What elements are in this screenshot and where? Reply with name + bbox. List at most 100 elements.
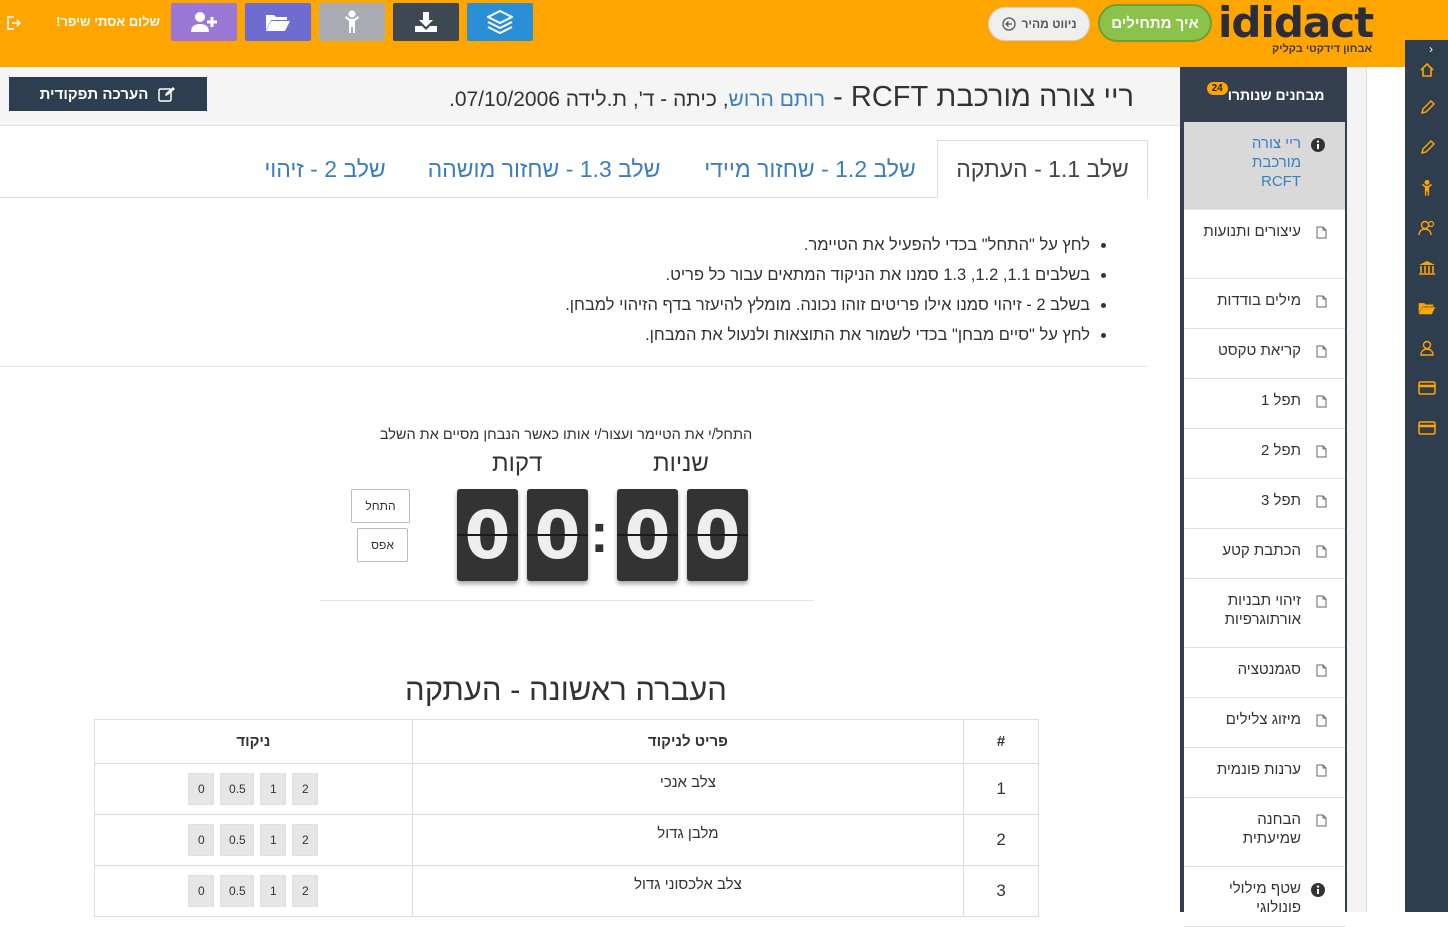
credit-card-icon[interactable] — [1417, 418, 1437, 438]
test-item[interactable]: ערנות פונמית — [1184, 748, 1345, 798]
timer-reset-button[interactable]: אפס — [357, 528, 408, 562]
score-options: 0 0.5 1 2 — [95, 875, 412, 907]
test-item-label: עיצורים ותנועות — [1203, 223, 1301, 240]
row-score: 0 0.5 1 2 — [94, 865, 413, 917]
ididact-logo[interactable]: ididact אבחון דידקטי בקליק — [1218, 0, 1374, 60]
layers-button[interactable] — [467, 3, 533, 41]
tab-delayed-recall[interactable]: שלב 1.3 - שחזור מושהה — [412, 140, 676, 198]
quick-nav-button[interactable]: ניווט מהיר — [988, 7, 1090, 41]
add-user-button[interactable] — [171, 3, 237, 41]
logout-icon[interactable] — [4, 14, 22, 32]
test-item[interactable]: ריי צורה מורכבת RCFT — [1184, 122, 1345, 210]
tab-copy[interactable]: שלב 1.1 - העתקה — [937, 140, 1148, 198]
row-score: 0 0.5 1 2 — [94, 814, 413, 866]
timer-start-button[interactable]: התחל — [351, 489, 410, 523]
bank-icon[interactable] — [1417, 258, 1437, 278]
users-icon[interactable] — [1417, 218, 1437, 238]
seconds-label: שניות — [653, 450, 709, 477]
test-item-label: זיהוי תבניות אורתוגרפיות — [1224, 592, 1301, 628]
row-number: 1 — [963, 763, 1039, 815]
timer-digit: 0 — [527, 489, 588, 581]
functional-evaluation-button[interactable]: הערכה תפקודית — [9, 77, 207, 111]
file-icon — [1316, 395, 1327, 408]
edit-icon — [158, 87, 176, 102]
test-item[interactable]: עיצורים ותנועות — [1184, 210, 1345, 279]
score-button[interactable]: 0.5 — [220, 824, 255, 856]
test-item-label: שטף מילולי פונולוגי — [1228, 880, 1301, 916]
test-item[interactable]: מיזוג צלילים — [1184, 698, 1345, 748]
section-title: העברה ראשונה - העתקה — [405, 672, 727, 707]
credit-card-icon[interactable] — [1417, 378, 1437, 398]
score-button[interactable]: 1 — [260, 824, 287, 856]
score-button[interactable]: 0.5 — [220, 773, 255, 805]
score-button[interactable]: 0 — [188, 824, 215, 856]
title-bar: ריי צורה מורכבת RCFT - רותם הרוש, כיתה -… — [0, 67, 1180, 126]
table-row: 1 צלב אנכי 0 0.5 1 2 — [94, 763, 1039, 815]
test-item-label: מיזוג צלילים — [1225, 711, 1301, 728]
score-options: 0 0.5 1 2 — [95, 824, 412, 856]
child-icon[interactable] — [1417, 178, 1437, 198]
home-icon[interactable] — [1417, 60, 1437, 80]
remaining-tests-panel: מבחנים שנותרו 24 ריי צורה מורכבת RCFT עיצ… — [1180, 67, 1347, 927]
top-bar: שלום אסתי שיפר! ניווט מהיר איך מתחילים i… — [0, 0, 1448, 67]
test-item-label: תפל 1 — [1261, 392, 1301, 409]
test-name: ריי צורה מורכבת RCFT — [850, 81, 1134, 113]
row-item: מלבן גדול — [411, 814, 965, 866]
file-icon — [1316, 714, 1327, 727]
test-item[interactable]: קריאת טקסט — [1184, 329, 1345, 379]
test-item[interactable]: הבחנה שמיעתית — [1184, 798, 1345, 867]
timer-digit: 0 — [457, 489, 518, 581]
icon-rail: › — [1405, 40, 1448, 912]
folder-open-icon[interactable] — [1417, 298, 1437, 318]
timer-digit: 0 — [687, 489, 748, 581]
test-item[interactable]: מילים בודדות — [1184, 279, 1345, 329]
table-row: 2 מלבן גדול 0 0.5 1 2 — [94, 814, 1039, 866]
instruction-item: לחץ על "התחל" בכדי להפעיל את הטיימר. — [0, 230, 1090, 260]
score-button[interactable]: 2 — [292, 824, 319, 856]
row-score: 0 0.5 1 2 — [94, 763, 413, 815]
row-number: 2 — [963, 814, 1039, 866]
child-icon — [345, 10, 359, 33]
student-name-link[interactable]: רותם הרוש — [729, 88, 826, 111]
file-icon — [1316, 345, 1327, 358]
remaining-tests-badge: 24 — [1206, 82, 1228, 95]
test-item[interactable]: הכתבת קטע — [1184, 529, 1345, 579]
test-item[interactable]: סגמנטציה — [1184, 648, 1345, 698]
greeting-text: שלום אסתי שיפר! — [56, 14, 160, 29]
test-item[interactable]: תפל 2 — [1184, 429, 1345, 479]
how-to-start-button[interactable]: איך מתחילים — [1098, 4, 1212, 42]
score-button[interactable]: 1 — [260, 875, 287, 907]
score-button[interactable]: 2 — [292, 773, 319, 805]
score-button[interactable]: 0 — [188, 875, 215, 907]
file-icon — [1316, 545, 1327, 558]
row-number: 3 — [963, 865, 1039, 917]
chevron-right-icon[interactable]: › — [1429, 42, 1433, 56]
file-icon — [1316, 814, 1327, 827]
instruction-item: בשלבים 1.1, 1.2, 1.3 סמנו את הניקוד המתא… — [0, 260, 1090, 290]
score-options: 0 0.5 1 2 — [95, 773, 412, 805]
test-item-label: הבחנה שמיעתית — [1242, 811, 1301, 847]
user-plus-icon — [191, 12, 217, 32]
download-button[interactable] — [393, 3, 459, 41]
tab-recognition[interactable]: שלב 2 - זיהוי — [252, 140, 398, 198]
child-button[interactable] — [319, 3, 385, 41]
test-item-label: מילים בודדות — [1217, 292, 1301, 309]
instruction-item: בשלב 2 - זיהוי סמנו אילו פריטים זוהו נכו… — [0, 290, 1090, 320]
test-item[interactable]: שטף מילולי פונולוגי — [1184, 867, 1345, 927]
logo-tagline: אבחון דידקטי בקליק — [1271, 43, 1372, 55]
user-icon[interactable] — [1417, 338, 1437, 358]
test-item[interactable]: זיהוי תבניות אורתוגרפיות — [1184, 579, 1345, 648]
pencil-icon[interactable] — [1417, 138, 1437, 158]
folder-button[interactable] — [245, 3, 311, 41]
info-icon — [1311, 138, 1325, 152]
tab-immediate-recall[interactable]: שלב 1.2 - שחזור מיידי — [690, 140, 930, 198]
score-button[interactable]: 0.5 — [220, 875, 255, 907]
test-item[interactable]: תפל 3 — [1184, 479, 1345, 529]
score-button[interactable]: 1 — [260, 773, 287, 805]
score-button[interactable]: 0 — [188, 773, 215, 805]
test-item[interactable]: תפל 1 — [1184, 379, 1345, 429]
arrow-left-circle-icon — [1001, 17, 1016, 31]
pencil-icon[interactable] — [1417, 98, 1437, 118]
score-button[interactable]: 2 — [292, 875, 319, 907]
divider — [0, 366, 1148, 367]
